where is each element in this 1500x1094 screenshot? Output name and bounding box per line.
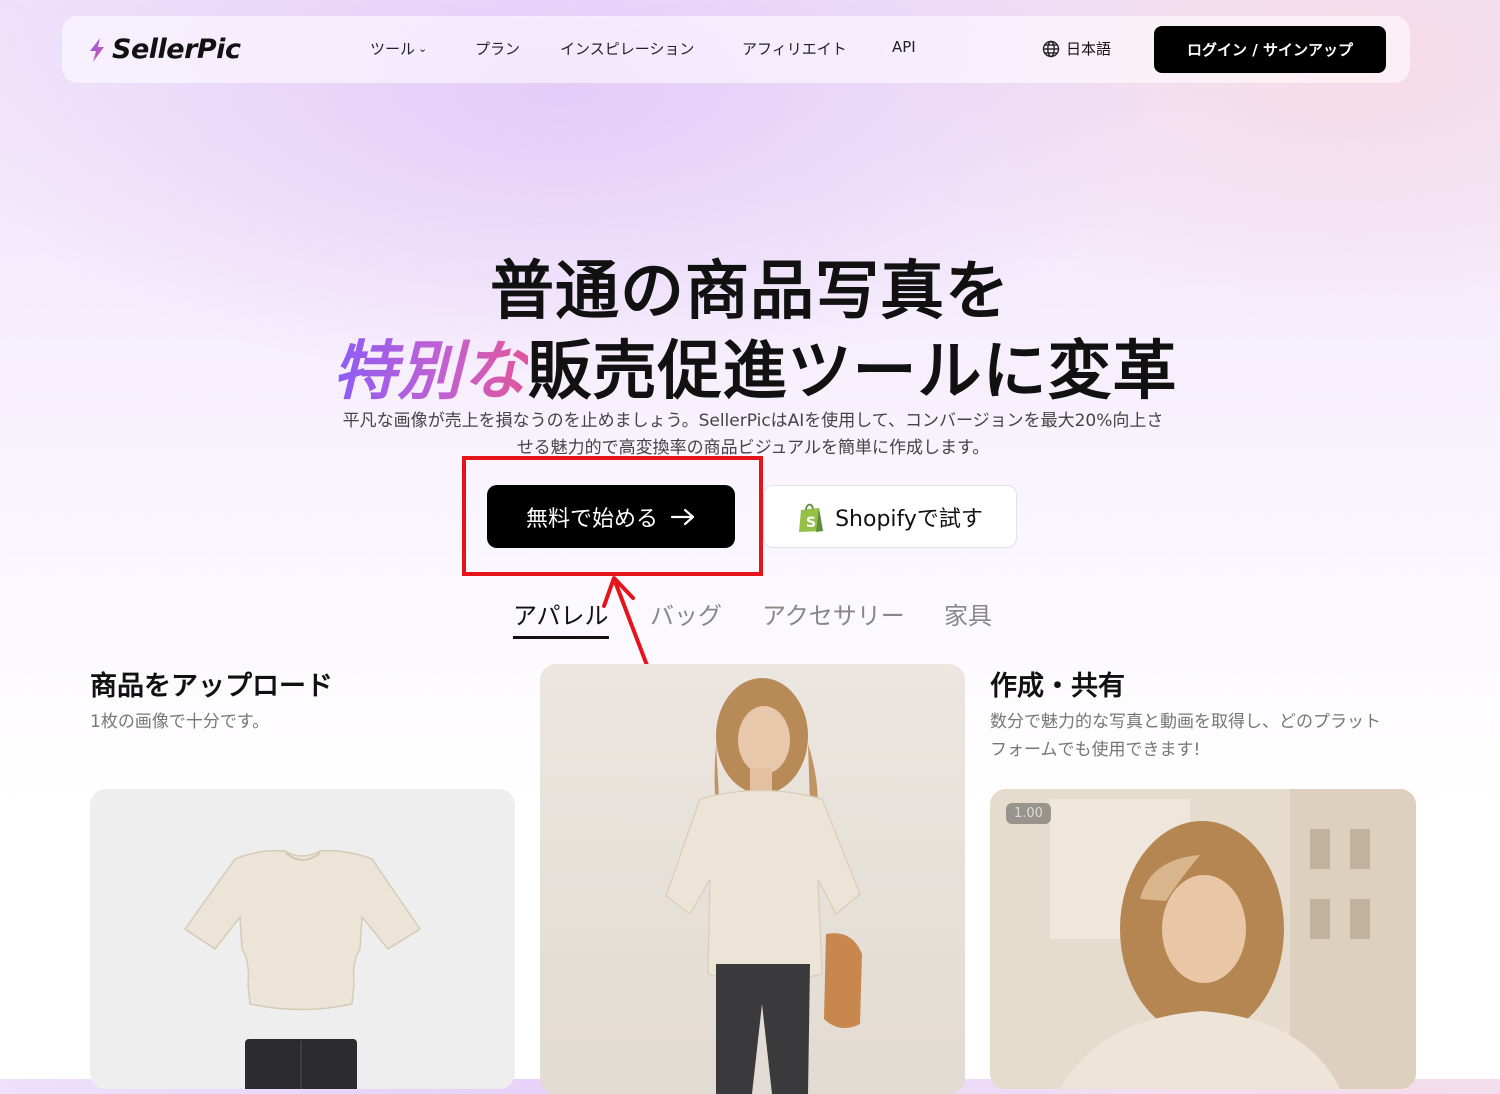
upload-title: 商品をアップロード bbox=[90, 671, 333, 702]
result-video-card[interactable]: 1.00 bbox=[990, 789, 1416, 1089]
upload-desc: 1枚の画像で十分です。 bbox=[90, 712, 270, 732]
nav-tools[interactable]: ツール ⌄ bbox=[370, 38, 427, 59]
top-nav: SellerPic ツール ⌄ プラン インスピレーション アフィリエイト API… bbox=[62, 16, 1410, 83]
nav-tools-label: ツール bbox=[370, 40, 416, 58]
globe-icon bbox=[1042, 40, 1060, 57]
tab-accessories[interactable]: アクセサリー bbox=[762, 596, 905, 631]
hero-subtitle: 平凡な画像が売上を損なうのを止めましょう。SellerPicはAIを使用して、コ… bbox=[318, 408, 1188, 462]
nav-inspiration[interactable]: インスピレーション bbox=[560, 38, 694, 59]
shopify-bag-icon: S bbox=[799, 503, 824, 532]
result-video-frame bbox=[990, 789, 1416, 1089]
share-desc-line1: 数分で魅力的な写真と動画を取得し、どのプラット bbox=[990, 712, 1381, 732]
hero-title-rest: 販売促進ツールに変革 bbox=[527, 335, 1178, 409]
model-photo-card bbox=[540, 664, 965, 1094]
sellerpic-logo-icon bbox=[90, 37, 104, 62]
language-label: 日本語 bbox=[1066, 40, 1112, 58]
logo-text: SellerPic bbox=[112, 34, 241, 65]
hero-subtitle-line1: 平凡な画像が売上を損なうのを止めましょう。SellerPicはAIを使用して、コ… bbox=[342, 411, 1164, 431]
product-image bbox=[183, 849, 422, 1089]
share-desc-line2: フォームでも使用できます! bbox=[990, 740, 1201, 760]
logo[interactable]: SellerPic bbox=[86, 34, 241, 65]
nav-api[interactable]: API bbox=[892, 38, 916, 56]
model-photo bbox=[665, 678, 862, 1094]
tab-furniture[interactable]: 家具 bbox=[944, 596, 992, 631]
nav-affiliate[interactable]: アフィリエイト bbox=[742, 38, 847, 59]
hero-title-highlight: 特別な bbox=[332, 335, 528, 409]
try-shopify-button[interactable]: S Shopifyで試す bbox=[763, 485, 1017, 548]
svg-text:S: S bbox=[806, 515, 816, 531]
tab-apparel[interactable]: アパレル bbox=[513, 596, 609, 631]
try-shopify-label: Shopifyで試す bbox=[835, 506, 983, 532]
playback-speed-badge[interactable]: 1.00 bbox=[1006, 803, 1051, 824]
share-title: 作成・共有 bbox=[990, 671, 1125, 702]
tab-bags[interactable]: バッグ bbox=[650, 596, 722, 631]
language-selector[interactable]: 日本語 bbox=[1042, 38, 1111, 59]
nav-plans[interactable]: プラン bbox=[475, 38, 520, 59]
category-tabs: アパレル バッグ アクセサリー 家具 bbox=[0, 596, 1500, 646]
hero-title-line2: 特別な販売促進ツールに変革 bbox=[5, 320, 1500, 412]
login-signup-button[interactable]: ログイン / サインアップ bbox=[1154, 26, 1386, 73]
product-image-card bbox=[90, 789, 515, 1089]
hero-title-line1: 普通の商品写真を bbox=[490, 255, 1010, 329]
chevron-down-icon: ⌄ bbox=[418, 42, 428, 55]
share-desc: 数分で魅力的な写真と動画を取得し、どのプラット フォームでも使用できます! bbox=[990, 708, 1410, 764]
active-tab-indicator bbox=[513, 636, 609, 639]
annotation-highlight-box bbox=[462, 456, 763, 576]
